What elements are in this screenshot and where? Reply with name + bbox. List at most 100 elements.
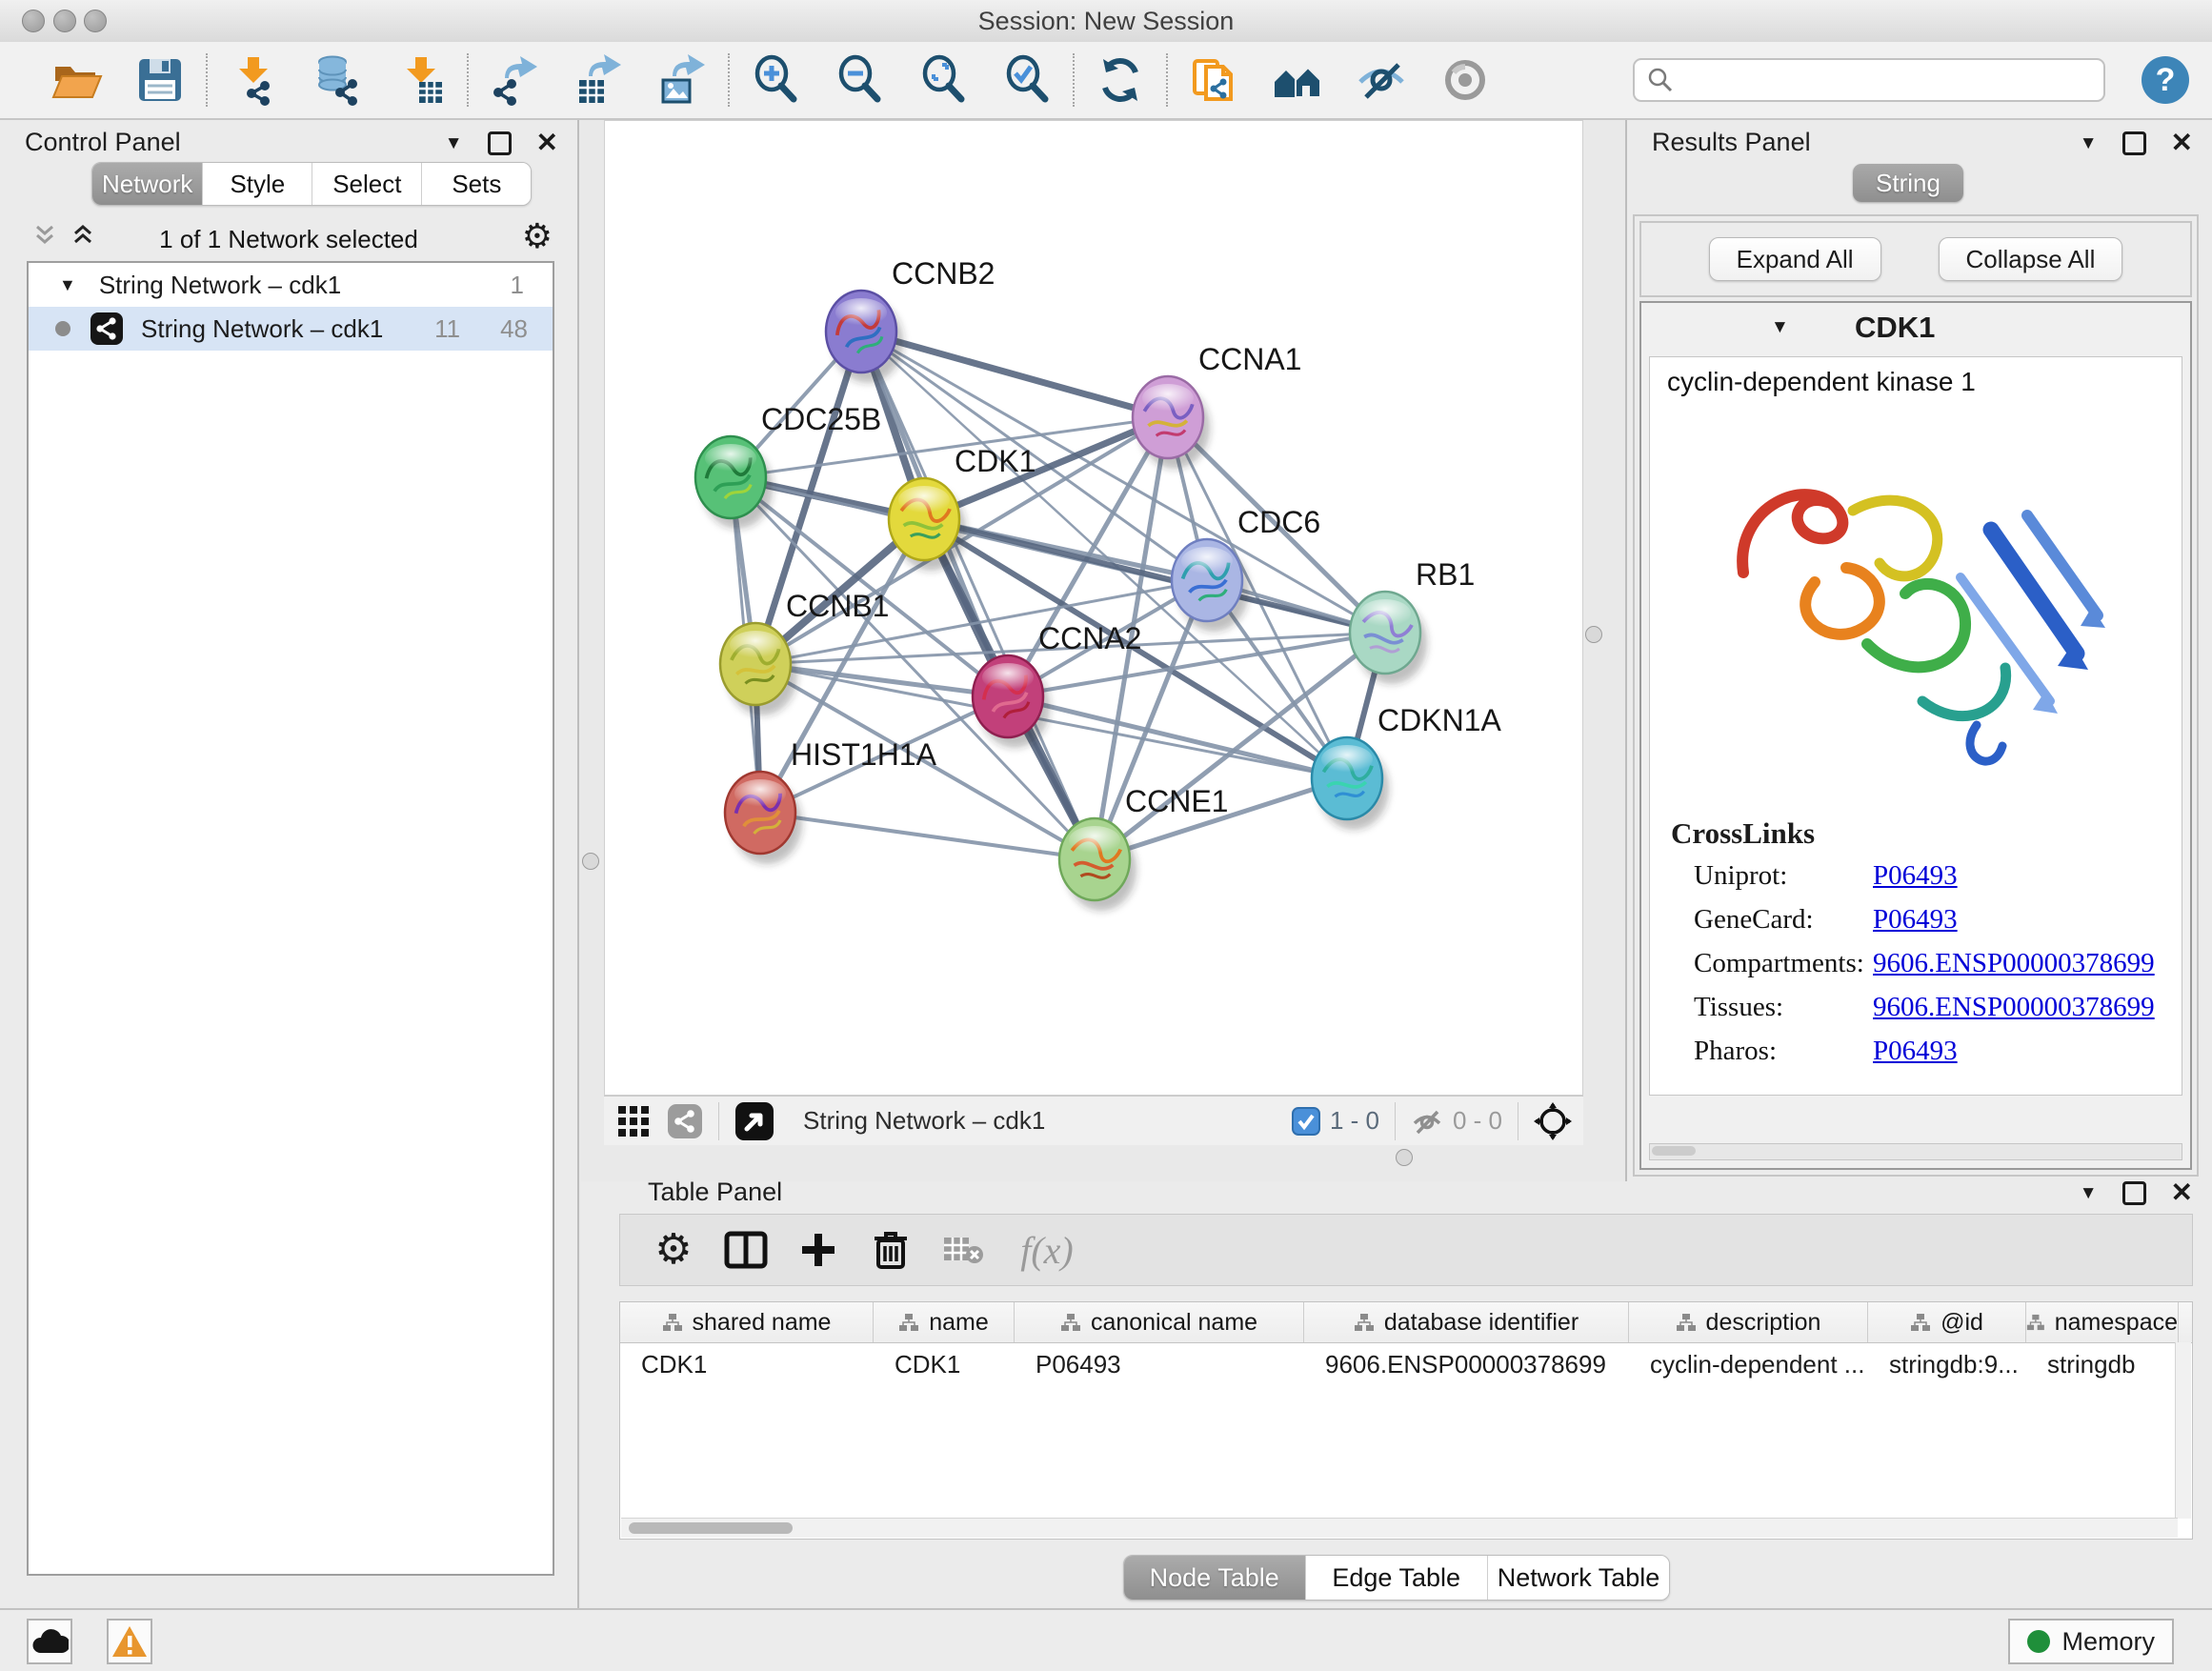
column-header-shared-name[interactable]: shared name xyxy=(620,1302,874,1342)
table-cell[interactable]: CDK1 xyxy=(620,1343,874,1385)
network-node-CCNB1[interactable]: CCNB1 xyxy=(720,589,889,715)
tab-select[interactable]: Select xyxy=(312,163,422,205)
crosslink-link[interactable]: 9606.ENSP00000378699 xyxy=(1873,992,2155,1036)
table-row[interactable]: CDK1CDK1P064939606.ENSP00000378699cyclin… xyxy=(620,1343,2192,1385)
open-session-button[interactable] xyxy=(34,47,118,113)
grid-icon[interactable] xyxy=(615,1103,652,1139)
zoom-out-button[interactable] xyxy=(817,47,901,113)
show-glass-effect-button[interactable] xyxy=(1423,47,1507,113)
footer-separator xyxy=(1395,1102,1396,1140)
share-icon[interactable] xyxy=(667,1103,703,1139)
expand-all-button[interactable]: Expand All xyxy=(1709,237,1881,281)
table-options-button[interactable]: ⚙ xyxy=(637,1229,710,1271)
toolbar-separator xyxy=(1073,53,1075,107)
crosslink-link[interactable]: P06493 xyxy=(1873,904,1958,948)
results-panel-close-icon[interactable]: ✕ xyxy=(2171,130,2193,156)
table-cell[interactable]: 9606.ENSP00000378699 xyxy=(1304,1343,1629,1385)
import-network-file-button[interactable] xyxy=(211,47,295,113)
crosslink-link[interactable]: P06493 xyxy=(1873,860,1958,904)
table-cell[interactable]: stringdb xyxy=(2026,1343,2179,1385)
export-network-button[interactable] xyxy=(473,47,556,113)
table-cell[interactable]: stringdb:9... xyxy=(1868,1343,2026,1385)
tab-string[interactable]: String xyxy=(1853,164,1963,202)
table-cell[interactable]: cyclin-dependent ... xyxy=(1629,1343,1868,1385)
control-panel-float-icon[interactable] xyxy=(488,131,512,155)
tab-sets[interactable]: Sets xyxy=(422,163,531,205)
tab-node-table[interactable]: Node Table xyxy=(1124,1556,1306,1600)
refresh-icon xyxy=(1094,53,1147,107)
zoom-fit-button[interactable] xyxy=(901,47,985,113)
create-column-button[interactable] xyxy=(782,1230,855,1270)
delete-table-button[interactable] xyxy=(927,1234,999,1266)
splitter-handle-right[interactable] xyxy=(1585,626,1602,643)
cloud-status-button[interactable] xyxy=(27,1619,72,1664)
column-header-name[interactable]: name xyxy=(874,1302,1015,1342)
splitter-handle-left[interactable] xyxy=(582,853,599,870)
network-view-canvas[interactable]: CCNB2CCNA1CDC25BCDK1CDC6RB1CCNB1CCNA2CDK… xyxy=(604,120,1583,1096)
table-panel-float-icon[interactable] xyxy=(2122,1181,2146,1205)
network-edge-HIST1H1A-CCNE1[interactable] xyxy=(760,813,1095,859)
table-scrollbar-thumb[interactable] xyxy=(629,1522,793,1534)
network-options-gear-icon[interactable]: ⚙ xyxy=(522,219,553,253)
control-panel-close-icon[interactable]: ✕ xyxy=(536,130,558,156)
column-header-namespace[interactable]: namespace xyxy=(2026,1302,2179,1342)
memory-button[interactable]: Memory xyxy=(2008,1619,2174,1664)
table-horizontal-scrollbar[interactable] xyxy=(621,1518,2178,1538)
collapse-all-button[interactable]: Collapse All xyxy=(1939,237,2123,281)
protein-section-header[interactable]: ▼ CDK1 xyxy=(1641,303,2190,356)
network-row[interactable]: String Network – cdk1 11 48 xyxy=(29,307,553,351)
zoom-in-button[interactable] xyxy=(734,47,817,113)
show-columns-button[interactable] xyxy=(710,1231,782,1269)
tab-edge-table[interactable]: Edge Table xyxy=(1306,1556,1488,1600)
refresh-button[interactable] xyxy=(1078,47,1162,113)
table-cell[interactable]: P06493 xyxy=(1015,1343,1304,1385)
table-cell[interactable]: CDK1 xyxy=(874,1343,1015,1385)
column-header-database-identifier[interactable]: database identifier xyxy=(1304,1302,1629,1342)
import-network-database-button[interactable] xyxy=(295,47,379,113)
network-node-RB1[interactable]: RB1 xyxy=(1350,557,1475,684)
network-node-CDKN1A[interactable]: CDKN1A xyxy=(1312,703,1501,830)
control-panel-float-menu-icon[interactable]: ▼ xyxy=(445,134,463,152)
string-settings-button[interactable] xyxy=(1256,47,1339,113)
results-panel-float-icon[interactable] xyxy=(2122,131,2146,155)
network-node-CDC25B[interactable]: CDC25B xyxy=(695,402,881,529)
export-image-button[interactable] xyxy=(640,47,724,113)
splitter-handle-bottom[interactable] xyxy=(1396,1149,1413,1166)
network-node-CCNA1[interactable]: CCNA1 xyxy=(1133,342,1301,469)
protein-expander-icon[interactable]: ▼ xyxy=(1771,318,1789,336)
import-table-button[interactable] xyxy=(379,47,463,113)
column-header-description[interactable]: description xyxy=(1629,1302,1868,1342)
column-header--id[interactable]: @id xyxy=(1868,1302,2026,1342)
crosslink-link[interactable]: P06493 xyxy=(1873,1036,1958,1079)
table-panel-float-menu-icon[interactable]: ▼ xyxy=(2080,1184,2098,1202)
column-header-canonical-name[interactable]: canonical name xyxy=(1015,1302,1304,1342)
crosslink-link[interactable]: 9606.ENSP00000378699 xyxy=(1873,948,2155,992)
crosshair-icon[interactable] xyxy=(1534,1102,1572,1140)
network-node-CCNE1[interactable]: CCNE1 xyxy=(1059,784,1228,911)
apply-function-button[interactable]: f(x) xyxy=(999,1228,1095,1273)
tab-style[interactable]: Style xyxy=(203,163,312,205)
table-vertical-scrollbar[interactable] xyxy=(2175,1342,2191,1519)
checkbox-icon[interactable] xyxy=(1292,1107,1320,1136)
help-button[interactable]: ? xyxy=(2142,56,2189,104)
warnings-button[interactable] xyxy=(107,1619,152,1664)
export-table-button[interactable] xyxy=(556,47,640,113)
table-panel-close-icon[interactable]: ✕ xyxy=(2171,1179,2193,1206)
hide-glass-effect-button[interactable] xyxy=(1339,47,1423,113)
results-horizontal-scrollbar[interactable] xyxy=(1649,1143,2182,1160)
network-collection-row[interactable]: ▼ String Network – cdk1 1 xyxy=(29,263,553,307)
network-tree: ▼ String Network – cdk1 1 String Network… xyxy=(27,261,554,1576)
eye-slash-icon[interactable] xyxy=(1411,1105,1443,1137)
save-session-button[interactable] xyxy=(118,47,202,113)
tab-network-table[interactable]: Network Table xyxy=(1488,1556,1670,1600)
birdseye-icon[interactable] xyxy=(734,1101,774,1141)
zoom-selected-button[interactable] xyxy=(985,47,1069,113)
network-edge-CCNB2-CCNE1[interactable] xyxy=(861,332,1095,859)
tab-network[interactable]: Network xyxy=(92,163,203,205)
delete-column-button[interactable] xyxy=(855,1229,927,1271)
copy-network-button[interactable] xyxy=(1172,47,1256,113)
search-input[interactable] xyxy=(1675,65,2092,96)
results-scrollbar-thumb[interactable] xyxy=(1652,1146,1696,1156)
collection-expander-icon[interactable]: ▼ xyxy=(59,275,76,295)
results-panel-float-menu-icon[interactable]: ▼ xyxy=(2080,134,2098,152)
